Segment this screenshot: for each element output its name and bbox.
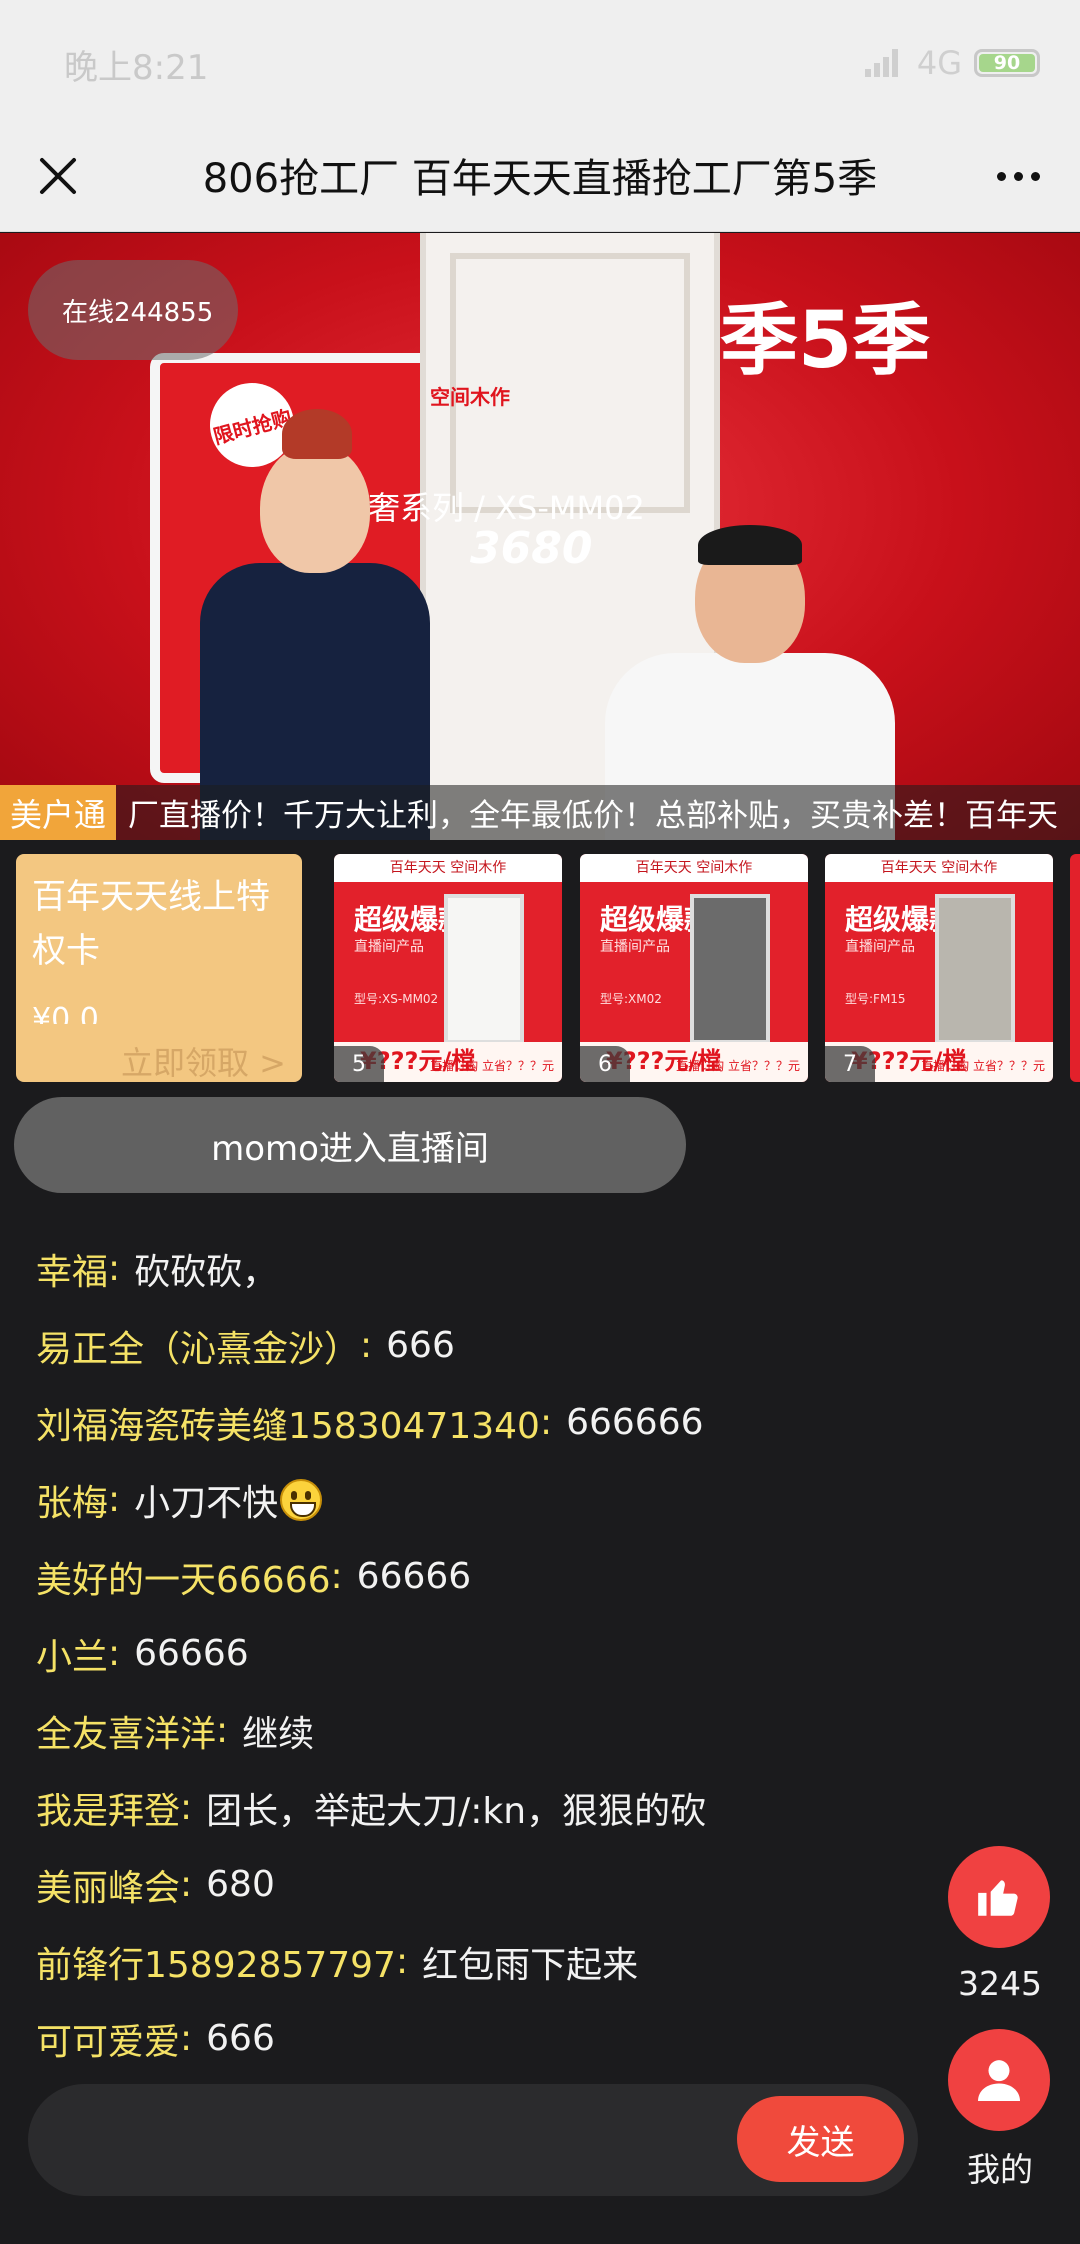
more-icon [996,171,1006,181]
video-price-text: 3680 [470,523,593,574]
chat-message: 680 [206,1864,275,1905]
chat-row: 美好的一天66666:66666 [0,1538,900,1615]
status-icons: 4G 90 [864,44,1040,82]
chat-message: 小刀不快 [134,1482,279,1524]
chat-user-name: 刘福海瓷砖美缝15830471340 [36,1405,540,1447]
coupon-claim-link[interactable]: 立即领取 > [121,1038,286,1082]
coupon-card[interactable]: 百年天天线上特权卡 ¥0.0 立即领取 > [16,854,302,1082]
chat-row: 可可爱爱:666 [0,2000,900,2060]
user-icon [978,2060,1020,2101]
chat-message: 666 [206,2018,275,2059]
chat-user-name: 幸福 [36,1251,109,1293]
coupon-title: 百年天天线上特权卡 [32,877,270,971]
online-count: 在线244855 [28,260,238,360]
signal-icon [864,49,905,77]
marquee-badge: 美户通 [0,785,117,840]
chat-message: 砍砍砍， [134,1251,279,1293]
like-button[interactable] [948,1846,1050,1948]
user-enter-toast: momo进入直播间 [14,1097,686,1193]
chat-list[interactable]: 幸福: 砍砍砍， 易正全（沁熹金沙）:666 刘福海瓷砖美缝15830471340… [0,1190,900,2060]
status-bar: 晚上8:21 4G 90 [0,0,1080,120]
chat-message: 66666 [356,1556,472,1597]
door-image [690,894,770,1044]
product-card[interactable]: 百年天天 空间木作 超级爆款 直播间产品 型号:XM02 ¥???元/樘 直播订… [580,854,808,1082]
chat-message: 团长，举起大刀/:kn，狠狠的砍 [206,1790,707,1832]
chat-user-name: 前锋行15892857797 [36,1944,396,1986]
product-number: 5 [334,1046,384,1082]
send-button[interactable]: 发送 [737,2096,904,2182]
chat-row: 小兰:66666 [0,1615,900,1692]
network-label: 4G [916,44,962,82]
chat-message: 继续 [242,1713,315,1755]
more-button[interactable] [984,146,1052,206]
product-number: 6 [580,1046,630,1082]
like-count: 3245 [958,1964,1042,2003]
chat-row: 张梅: 小刀不快 [0,1461,900,1538]
comment-input[interactable] [64,2106,744,2174]
marquee-text: 厂直播价！千万大让利，全年最低价！总部补贴，买贵补差！百年天 [128,798,1059,834]
chat-row: 美丽峰会:680 [0,1846,900,1923]
chat-row: 全友喜洋洋: 继续 [0,1692,900,1769]
chat-message: 红包雨下起来 [422,1944,639,1986]
chat-row: 幸福: 砍砍砍， [0,1230,900,1307]
chat-user-name: 全友喜洋洋 [36,1713,217,1755]
close-button[interactable] [28,146,88,206]
battery-icon: 90 [974,49,1040,77]
product-card[interactable]: 百年天天 空间木作 超级爆款 直播间产品 型号:FM15 ¥???元/樘 直播订… [825,854,1053,1082]
coupon-price: ¥0.0 [32,1002,99,1024]
chat-user-name: 美好的一天66666 [36,1559,331,1601]
video-season-text: 季5季 [720,296,931,386]
chat-row: 前锋行15892857797: 红包雨下起来 [0,1923,900,2000]
door-image [935,894,1015,1044]
product-card-partial[interactable] [1070,854,1080,1082]
chat-row: 我是拜登: 团长，举起大刀/:kn，狠狠的砍 [0,1769,900,1846]
chat-user-name: 张梅 [36,1482,109,1524]
chat-user-name: 美丽峰会 [36,1867,181,1909]
chat-row: 易正全（沁熹金沙）:666 [0,1307,900,1384]
announcement-marquee: 美户通 厂直播价！千万大让利，全年最低价！总部补贴，买贵补差！百年天 [0,785,1080,840]
chat-row: 刘福海瓷砖美缝15830471340:666666 [0,1384,900,1461]
product-strip: 百年天天线上特权卡 ¥0.0 立即领取 > 百年天天 空间木作 超级爆款 直播间… [0,840,1080,1090]
product-card[interactable]: 百年天天 空间木作 超级爆款 直播间产品 型号:XS-MM02 ¥???元/樘 … [334,854,562,1082]
chat-message: 666 [386,1325,455,1366]
product-number: 7 [825,1046,875,1082]
door-image [444,894,524,1044]
close-icon [40,158,76,194]
mine-label: 我的 [967,2150,1033,2189]
grin-emoji-icon [280,1478,323,1521]
title-bar: 806抢工厂 百年天天直播抢工厂第5季 [0,120,1080,232]
chat-message: 66666 [134,1633,249,1674]
chat-message: 666666 [566,1402,704,1443]
host-left [190,409,440,840]
chat-user-name: 我是拜登 [36,1790,181,1832]
status-time: 晚上8:21 [64,48,209,88]
page-title: 806抢工厂 百年天天直播抢工厂第5季 [202,156,878,202]
video-brand: 空间木作 [430,385,510,409]
chat-user-name: 小兰 [36,1636,109,1678]
chat-user-name: 易正全（沁熹金沙） [36,1328,361,1370]
battery-level: 90 [979,52,1035,74]
thumbs-up-icon [978,1880,1018,1916]
chat-row-partial [0,1190,900,1230]
mine-button[interactable] [948,2029,1050,2131]
chat-user-name: 可可爱爱 [36,2021,181,2061]
